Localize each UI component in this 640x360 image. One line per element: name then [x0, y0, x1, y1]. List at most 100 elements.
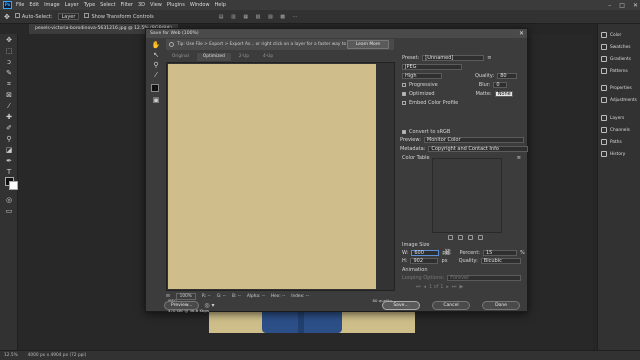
web-shift-icon[interactable]: [458, 235, 463, 240]
color-table[interactable]: [432, 158, 502, 233]
layer-dropdown[interactable]: Layer: [57, 13, 80, 20]
preview-button[interactable]: Preview...: [164, 301, 200, 310]
browser-icon[interactable]: ◎ ▾: [204, 302, 214, 309]
menu-3d[interactable]: 3D: [138, 2, 145, 8]
matte-dropdown[interactable]: None: [494, 90, 513, 97]
add-color-icon[interactable]: [468, 235, 473, 240]
menu-type[interactable]: Type: [84, 2, 95, 8]
next-frame-icon[interactable]: ▸: [446, 284, 449, 290]
preset-dropdown[interactable]: [Unnamed]: [422, 54, 485, 61]
menu-window[interactable]: Window: [190, 2, 210, 8]
menu-image[interactable]: Image: [44, 2, 60, 8]
embed-profile-row[interactable]: Embed Color Profile: [402, 99, 458, 106]
play-icon[interactable]: ▶: [459, 284, 463, 290]
type-tool-icon[interactable]: T: [4, 168, 14, 176]
panel-swatches[interactable]: Swatches: [601, 43, 631, 51]
prev-frame-icon[interactable]: ◂: [424, 284, 427, 290]
panel-color[interactable]: Color: [601, 31, 621, 39]
menu-filter[interactable]: Filter: [121, 2, 133, 8]
save-button[interactable]: Save...: [382, 301, 420, 310]
cancel-button[interactable]: Cancel: [432, 301, 470, 310]
menu-plugins[interactable]: Plugins: [167, 2, 185, 8]
preview-color-dropdown[interactable]: Monitor Color: [423, 136, 524, 143]
metadata-dropdown[interactable]: Copyright and Contact Info: [428, 145, 529, 152]
panel-gradients[interactable]: Gradients: [601, 55, 631, 63]
link-icon[interactable]: ⛓: [444, 249, 452, 256]
menu-help[interactable]: Help: [215, 2, 226, 8]
height-input[interactable]: 902: [410, 257, 439, 264]
marquee-tool-icon[interactable]: ⬚: [4, 47, 14, 55]
healing-brush-tool-icon[interactable]: ✚: [4, 113, 14, 121]
minimize-icon[interactable]: –: [608, 2, 611, 9]
dialog-close-icon[interactable]: ✕: [519, 29, 524, 38]
resample-dropdown[interactable]: Bicubic: [480, 257, 521, 264]
panel-paths[interactable]: Paths: [601, 138, 622, 146]
panel-layers[interactable]: Layers: [601, 114, 624, 122]
preset-menu-icon[interactable]: ≡: [487, 55, 491, 61]
zoom-dropdown[interactable]: 100%: [175, 292, 196, 300]
zoom-out-icon[interactable]: ⊟: [166, 294, 170, 299]
background-color-swatch[interactable]: [9, 181, 18, 190]
menu-file[interactable]: File: [16, 2, 24, 8]
brush-tool-icon[interactable]: ✐: [4, 124, 14, 132]
looping-dropdown[interactable]: Forever: [447, 274, 522, 281]
panel-history[interactable]: History: [601, 150, 625, 158]
embed-profile-checkbox[interactable]: [402, 100, 406, 105]
menu-layer[interactable]: Layer: [65, 2, 79, 8]
tab-original[interactable]: Original: [166, 53, 195, 61]
panel-patterns[interactable]: Patterns: [601, 67, 628, 75]
menu-select[interactable]: Select: [100, 2, 115, 8]
optimized-row[interactable]: Optimized Matte: None: [402, 90, 513, 97]
eyedropper-color-swatch[interactable]: [151, 84, 159, 92]
eyedropper-tool-icon[interactable]: ⁄: [4, 102, 14, 110]
learn-more-button[interactable]: Learn More: [347, 40, 389, 49]
panel-adjustments[interactable]: Adjustments: [601, 96, 637, 104]
align-icons[interactable]: ▤ ▥ ▦ ▧ ▨ ▩ ⋯: [219, 14, 301, 20]
optimized-checkbox[interactable]: [402, 91, 406, 96]
blur-input[interactable]: 0: [493, 81, 508, 88]
crop-tool-icon[interactable]: ⌗: [4, 80, 14, 88]
eraser-tool-icon[interactable]: ◪: [4, 146, 14, 154]
last-frame-icon[interactable]: ⏭: [452, 284, 457, 290]
maximize-icon[interactable]: □: [619, 2, 625, 9]
auto-select-checkbox[interactable]: Auto-Select:: [14, 13, 53, 20]
pen-tool-icon[interactable]: ✒: [4, 157, 14, 165]
panel-properties[interactable]: Properties: [601, 84, 632, 92]
quick-mask-icon[interactable]: ◎: [4, 196, 14, 204]
menu-edit[interactable]: Edit: [29, 2, 39, 8]
close-icon[interactable]: ✕: [633, 2, 638, 9]
lock-color-icon[interactable]: [448, 235, 453, 240]
stamp-tool-icon[interactable]: ⚲: [4, 135, 14, 143]
hand-tool-icon[interactable]: ✋: [151, 41, 161, 49]
frame-tool-icon[interactable]: ⊠: [4, 91, 14, 99]
move-tool-icon[interactable]: ✥: [4, 36, 14, 44]
show-transform-checkbox[interactable]: Show Transform Controls: [84, 13, 154, 20]
convert-srgb-checkbox[interactable]: [402, 129, 406, 134]
done-button[interactable]: Done: [482, 301, 520, 310]
slice-select-tool-icon[interactable]: ↖: [151, 51, 161, 59]
eyedropper-tool-icon[interactable]: ⁄: [151, 71, 161, 79]
progressive-checkbox[interactable]: [402, 82, 406, 87]
delete-color-icon[interactable]: [478, 235, 483, 240]
tab-2-up[interactable]: 2-Up: [233, 53, 255, 61]
quick-select-tool-icon[interactable]: ✎: [4, 69, 14, 77]
quality-input[interactable]: 80: [497, 72, 518, 79]
menu-view[interactable]: View: [150, 2, 162, 8]
toggle-slices-icon[interactable]: ▣: [151, 96, 161, 104]
tab-optimized[interactable]: Optimized: [196, 53, 231, 61]
lasso-tool-icon[interactable]: ↄ: [4, 58, 14, 66]
color-table-menu-icon[interactable]: ≡: [517, 155, 521, 161]
quality-level-dropdown[interactable]: High: [402, 72, 442, 79]
zoom-level[interactable]: 12.5%: [4, 353, 18, 358]
panel-channels[interactable]: Channels: [601, 126, 630, 134]
zoom-tool-icon[interactable]: ⚲: [151, 61, 161, 69]
width-input[interactable]: 600: [411, 249, 440, 256]
first-frame-icon[interactable]: ⏮: [416, 284, 421, 290]
percent-input[interactable]: 15: [482, 249, 517, 256]
progressive-row[interactable]: Progressive Blur: 0: [402, 81, 508, 88]
optimized-preview[interactable]: JPEG 1.284M 470 sec @ 56.6 Kbps 80 quali…: [166, 62, 395, 313]
tab-4-up[interactable]: 4-Up: [257, 53, 279, 61]
screen-mode-icon[interactable]: ▭: [4, 207, 14, 215]
convert-srgb-row[interactable]: Convert to sRGB: [402, 128, 450, 135]
move-tool-icon[interactable]: ✥: [4, 13, 10, 21]
